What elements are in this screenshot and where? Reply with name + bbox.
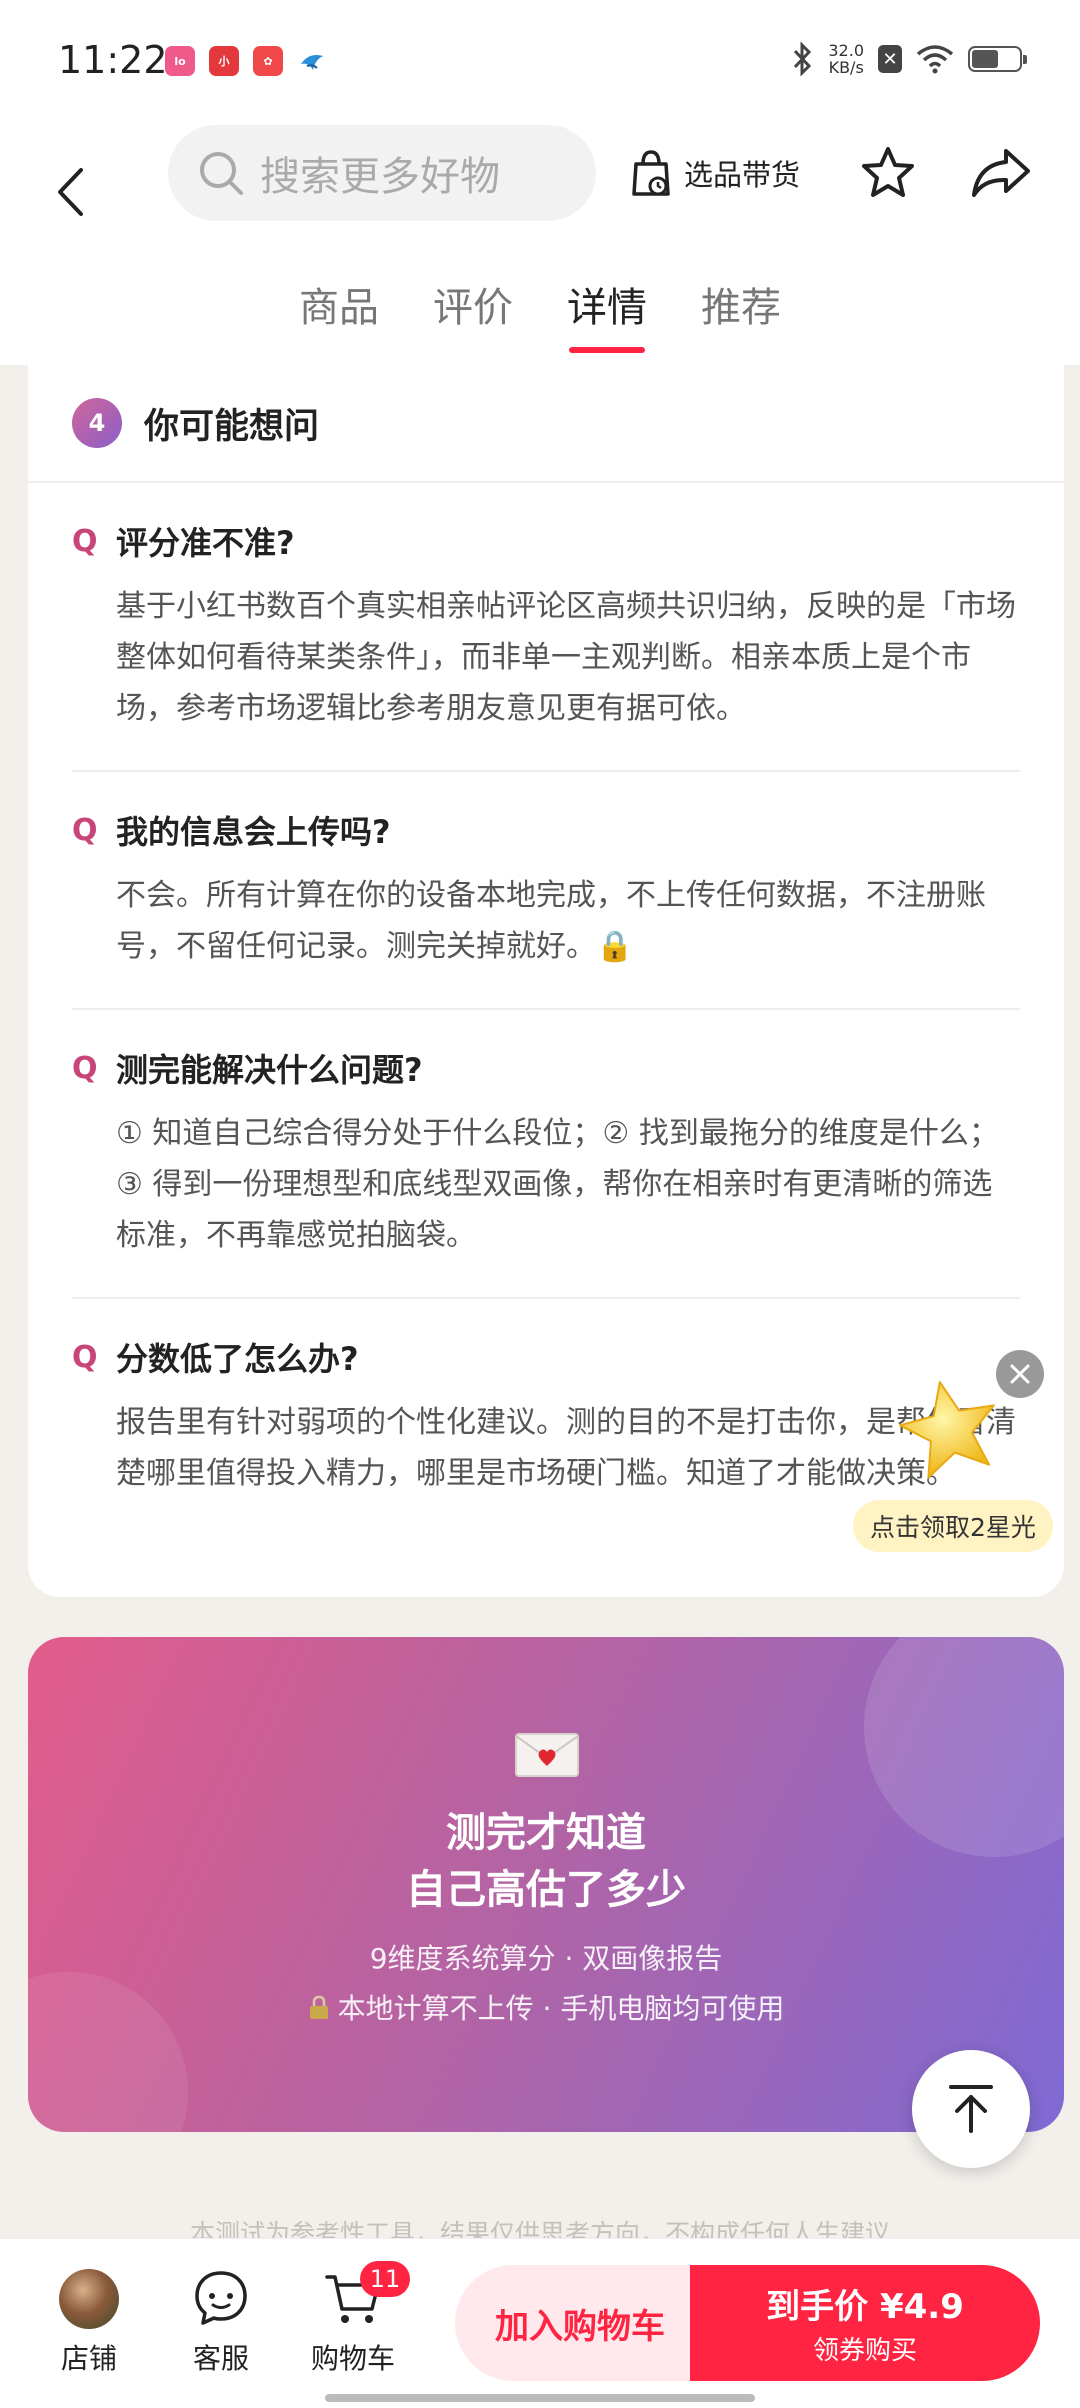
promo-subtitle-2: 本地计算不上传 · 手机电脑均可使用 xyxy=(337,1992,785,2025)
faq-question: Q 评分准不准? xyxy=(72,513,1020,569)
bag-icon xyxy=(632,150,670,196)
wifi-icon xyxy=(916,45,954,74)
no-sim-icon: ✕ xyxy=(878,45,902,73)
buy-price: 到手价 ¥4.9 xyxy=(766,2287,964,2327)
customer-service-button[interactable]: 客服 xyxy=(166,2269,276,2377)
faq-item: Q 我的信息会上传吗? 不会。所有计算在你的设备本地完成，不上传任何数据，不注册… xyxy=(72,772,1020,1010)
faq-title: 你可能想问 xyxy=(144,406,320,447)
speed-value: 32.0 xyxy=(828,41,864,60)
section-number-badge: 4 xyxy=(72,398,122,448)
tab-goods[interactable]: 商品 xyxy=(297,275,381,355)
cart-button[interactable]: 11 购物车 xyxy=(298,2261,410,2377)
shop-label: 店铺 xyxy=(60,2342,117,2375)
tab-details[interactable]: 详情 xyxy=(565,275,649,355)
search-input[interactable]: 搜索更多好物 xyxy=(168,125,596,221)
cart-label: 购物车 xyxy=(310,2342,395,2375)
add-to-cart-button[interactable]: 加入购物车 xyxy=(455,2265,705,2381)
promo-subtitle-2-row: 本地计算不上传 · 手机电脑均可使用 xyxy=(28,1987,1064,2027)
star-icon xyxy=(862,147,914,197)
status-time: 11:22 xyxy=(58,38,168,82)
close-icon xyxy=(1010,1364,1030,1384)
answer-text: 报告里有针对弱项的个性化建议。测的目的不是打击你，是帮你看清楚哪里值得投入精力，… xyxy=(116,1405,1016,1491)
status-app-icons: lo 小 ✿ xyxy=(165,46,327,76)
faq-item: Q 评分准不准? 基于小红书数百个真实相亲帖评论区高频共识归纳，反映的是「市场整… xyxy=(72,483,1020,772)
customer-service-label: 客服 xyxy=(192,2342,249,2375)
faq-header: 4 你可能想问 xyxy=(28,365,1064,483)
bottom-action-bar: 店铺 客服 11 购物车 加入购物车 到手价 ¥4.9 领券购买 xyxy=(0,2238,1080,2408)
share-icon xyxy=(972,149,1030,197)
promo-subtitle-1: 9维度系统算分 · 双画像报告 xyxy=(369,1942,723,1975)
share-button[interactable] xyxy=(970,143,1032,203)
buy-now-button[interactable]: 到手价 ¥4.9 领券购买 xyxy=(690,2265,1040,2381)
question-text: 分数低了怎么办? xyxy=(116,1340,359,1378)
question-text: 评分准不准? xyxy=(116,524,295,562)
tab-reviews[interactable]: 评价 xyxy=(431,275,515,355)
speed-unit: KB/s xyxy=(828,58,864,77)
faq-question: Q 我的信息会上传吗? xyxy=(72,802,1020,858)
faq-question: Q 测完能解决什么问题? xyxy=(72,1040,1020,1096)
promo-banner: 测完才知道 自己高估了多少 9维度系统算分 · 双画像报告 本地计算不上传 · … xyxy=(28,1637,1064,2132)
select-goods-button[interactable]: 选品带货 xyxy=(630,145,800,201)
network-speed: 32.0 KB/s xyxy=(828,42,864,76)
chat-bubble-icon xyxy=(195,2271,247,2325)
shop-avatar xyxy=(59,2269,119,2329)
bluetooth-icon xyxy=(794,42,812,76)
app-notification-icon: ✿ xyxy=(253,46,283,76)
search-placeholder: 搜索更多好物 xyxy=(260,154,500,200)
app-notification-icon xyxy=(297,46,327,76)
app-notification-icon: 小 xyxy=(209,46,239,76)
tab-recommend[interactable]: 推荐 xyxy=(699,275,783,355)
promo-title-line1: 测完才知道 xyxy=(446,1810,646,1856)
back-button[interactable] xyxy=(55,147,105,237)
cart-count-badge: 11 xyxy=(360,2261,410,2297)
chevron-left-icon xyxy=(58,168,83,216)
battery-icon xyxy=(968,46,1027,72)
q-mark: Q xyxy=(72,812,98,848)
love-letter-icon xyxy=(515,1733,579,1777)
q-mark: Q xyxy=(72,523,98,559)
q-mark: Q xyxy=(72,1339,98,1375)
answer-text: 基于小红书数百个真实相亲帖评论区高频共识归纳，反映的是「市场整体如何看待某类条件… xyxy=(116,589,1016,726)
shop-button[interactable]: 店铺 xyxy=(34,2269,144,2377)
answer-text: 不会。所有计算在你的设备本地完成，不上传任何数据，不注册账号，不留任何记录。测完… xyxy=(116,878,986,964)
buy-sub-label: 领券购买 xyxy=(812,2336,917,2366)
q-mark: Q xyxy=(72,1050,98,1086)
home-indicator xyxy=(325,2394,755,2402)
app-notification-icon: lo xyxy=(165,46,195,76)
favorite-button[interactable] xyxy=(858,143,918,203)
top-header: 搜索更多好物 选品带货 商品 评价 详情 推荐 xyxy=(0,125,1080,365)
status-bar: 11:22 lo 小 ✿ 32.0 KB/s ✕ xyxy=(0,0,1080,125)
faq-item: Q 测完能解决什么问题? ① 知道自己综合得分处于什么段位；② 找到最拖分的维度… xyxy=(72,1010,1020,1299)
question-text: 我的信息会上传吗? xyxy=(116,813,391,851)
tab-bar: 商品 评价 详情 推荐 xyxy=(0,275,1080,365)
question-text: 测完能解决什么问题? xyxy=(116,1051,423,1089)
reward-label[interactable]: 点击领取2星光 xyxy=(853,1500,1053,1552)
search-icon xyxy=(200,152,243,195)
faq-question: Q 分数低了怎么办? xyxy=(72,1329,1020,1385)
lock-icon xyxy=(309,1995,328,2019)
promo-title-line2: 自己高估了多少 xyxy=(406,1867,686,1913)
back-to-top-button[interactable] xyxy=(912,2050,1030,2168)
answer-text: ① 知道自己综合得分处于什么段位；② 找到最拖分的维度是什么；③ 得到一份理想型… xyxy=(116,1116,999,1253)
reward-star-icon[interactable] xyxy=(895,1375,1005,1485)
arrow-up-to-top-icon xyxy=(949,2085,993,2133)
status-indicators: 32.0 KB/s ✕ xyxy=(790,42,1027,76)
select-goods-label: 选品带货 xyxy=(684,158,801,192)
